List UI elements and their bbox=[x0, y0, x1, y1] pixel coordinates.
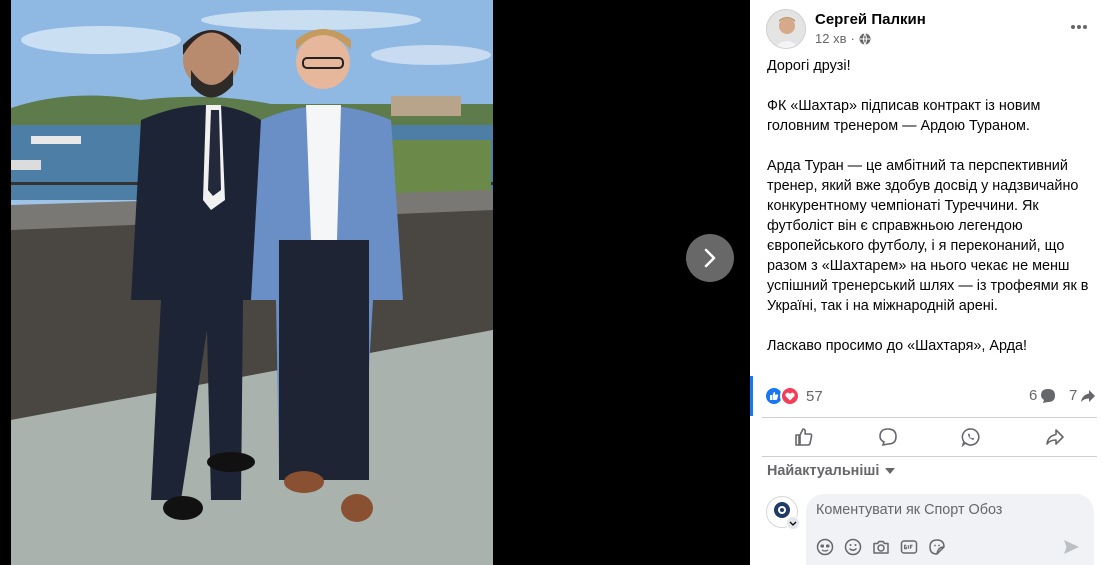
comment-tools bbox=[816, 538, 946, 556]
chevron-down-icon bbox=[885, 468, 896, 474]
post-paragraph: ФК «Шахтар» підписав контракт із новим г… bbox=[767, 98, 1041, 134]
chevron-down-icon bbox=[789, 521, 797, 526]
emoji-icon bbox=[844, 538, 862, 556]
whatsapp-share-button[interactable] bbox=[930, 418, 1014, 456]
meta-separator: · bbox=[850, 31, 855, 46]
profile-switch-button[interactable] bbox=[786, 516, 800, 530]
comment-sort-label: Найактуальніші bbox=[767, 463, 880, 479]
love-reaction-icon bbox=[780, 386, 800, 406]
send-icon bbox=[1064, 540, 1079, 554]
comment-count[interactable]: 6 bbox=[1029, 387, 1056, 404]
chevron-right-icon bbox=[704, 248, 716, 268]
comment-button[interactable] bbox=[846, 418, 930, 456]
avatar-sticker-icon bbox=[816, 538, 834, 556]
whatsapp-icon bbox=[961, 428, 980, 447]
post-actions bbox=[762, 418, 1097, 456]
post-author: Сергей Палкин 12 хв · bbox=[766, 9, 926, 49]
share-count[interactable]: 7 bbox=[1069, 387, 1096, 404]
like-button[interactable] bbox=[762, 418, 846, 456]
reaction-count: 57 bbox=[806, 387, 823, 405]
comment-composer bbox=[806, 494, 1094, 565]
post-paragraph: Ласкаво просимо до «Шахтаря», Арда! bbox=[767, 338, 1028, 354]
author-avatar[interactable] bbox=[766, 9, 806, 49]
reaction-summary[interactable]: 57 bbox=[764, 386, 823, 406]
post-time[interactable]: 12 хв bbox=[815, 30, 846, 48]
next-photo-button[interactable] bbox=[686, 234, 734, 282]
gif-icon bbox=[900, 540, 918, 554]
post-text: Дорогі друзі! ФК «Шахтар» підписав контр… bbox=[767, 56, 1097, 376]
emoji-button[interactable] bbox=[844, 538, 862, 556]
camera-icon bbox=[873, 540, 889, 554]
sticker-button[interactable] bbox=[928, 538, 946, 556]
gif-button[interactable] bbox=[900, 538, 918, 556]
comment-input[interactable] bbox=[816, 502, 1076, 518]
send-comment-button[interactable] bbox=[1062, 538, 1080, 556]
share-button[interactable] bbox=[1013, 418, 1097, 456]
post-paragraph: Арда Туран — це амбітний та перспективни… bbox=[767, 158, 1089, 314]
share-arrow-icon bbox=[1046, 429, 1064, 445]
photo-button[interactable] bbox=[872, 538, 890, 556]
thumbs-up-icon bbox=[795, 428, 813, 446]
post-options-button[interactable] bbox=[1068, 17, 1090, 37]
comment-count-value: 6 bbox=[1029, 387, 1038, 404]
focus-indicator bbox=[750, 376, 753, 416]
avatar-sticker-button[interactable] bbox=[816, 538, 834, 556]
author-name[interactable]: Сергей Палкин bbox=[815, 10, 926, 30]
comment-bubble-icon bbox=[878, 428, 897, 447]
media-viewer bbox=[0, 0, 750, 565]
globe-icon bbox=[859, 33, 871, 45]
post-panel: Сергей Палкин 12 хв · Дорогі друзі! ФК «… bbox=[750, 0, 1103, 565]
comment-bubble-icon bbox=[1041, 388, 1056, 403]
divider bbox=[762, 456, 1097, 457]
post-photo[interactable] bbox=[11, 0, 493, 565]
photo-illustration bbox=[11, 0, 493, 565]
post-paragraph: Дорогі друзі! bbox=[767, 58, 851, 74]
sticker-icon bbox=[929, 539, 945, 555]
share-arrow-icon bbox=[1081, 389, 1096, 402]
share-count-value: 7 bbox=[1069, 387, 1078, 404]
comment-sort-dropdown[interactable]: Найактуальніші bbox=[767, 463, 896, 479]
author-avatar-image bbox=[767, 10, 805, 48]
more-dots-icon bbox=[1071, 25, 1087, 29]
